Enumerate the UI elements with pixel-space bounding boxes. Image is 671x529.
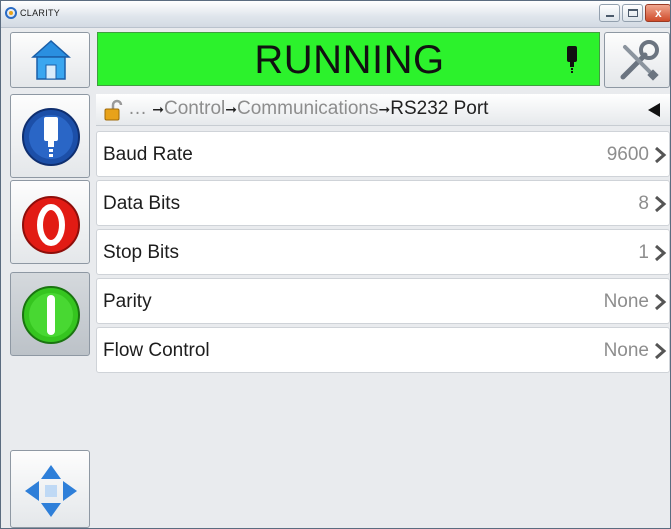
setting-value: None [603,340,649,361]
setting-value: 9600 [606,144,649,165]
setting-row-parity[interactable]: Parity None [96,278,670,324]
breadcrumb-separator: ➞ [378,101,391,117]
start-button[interactable] [10,272,90,356]
maximize-icon [628,9,638,17]
setting-row-baud-rate[interactable]: Baud Rate 9600 [96,131,670,177]
setting-row-flow-control[interactable]: Flow Control None [96,327,670,373]
start-icon [22,286,80,344]
maximize-button[interactable] [622,4,643,22]
setting-row-data-bits[interactable]: Data Bits 8 [96,180,670,226]
stop-button[interactable] [10,180,90,264]
close-button[interactable]: x [645,4,670,22]
side-toolbar [10,94,92,528]
chevron-right-icon [655,342,667,360]
minimize-button[interactable] [599,4,620,22]
breadcrumb-path: … ➞Control➞Communications➞RS232 Port [128,98,488,120]
title-bar: CLARITY x [1,1,670,28]
close-icon: x [655,6,662,20]
settings-panel: … ➞Control➞Communications➞RS232 Port Bau… [96,94,670,528]
setting-row-stop-bits[interactable]: Stop Bits 1 [96,229,670,275]
breadcrumb-ellipsis[interactable]: … [128,98,147,119]
setting-label: Parity [103,291,152,312]
chevron-right-icon [655,146,667,164]
tools-button[interactable] [604,32,670,88]
unlocked-padlock-icon[interactable] [102,99,124,121]
status-text: RUNNING [254,38,445,82]
navigate-arrows-icon [25,465,77,517]
home-button[interactable] [10,32,90,88]
setting-value: 8 [638,193,649,214]
navigate-button[interactable] [10,450,90,528]
chevron-right-icon [655,293,667,311]
setting-label: Data Bits [103,193,181,214]
app-name: CLARITY [20,8,61,18]
home-icon [31,39,71,80]
status-bar: RUNNING [97,32,600,86]
back-arrow-icon[interactable] [647,102,661,118]
breadcrumb-item-current: RS232 Port [390,98,489,119]
setting-value: 1 [638,242,649,263]
minimize-icon [606,15,614,17]
breadcrumb: … ➞Control➞Communications➞RS232 Port [96,94,670,126]
setting-label: Baud Rate [103,144,193,165]
app-logo-icon [5,7,17,19]
breadcrumb-separator: ➞ [152,101,165,117]
tools-icon [620,40,659,81]
app-window: CLARITY x RUNNING … ➞Control➞Communicati… [0,0,671,529]
chevron-right-icon [655,195,667,213]
printhead-icon [22,108,80,166]
setting-label: Flow Control [103,340,210,361]
stop-icon [22,196,80,254]
breadcrumb-item-communications[interactable]: Communications [237,98,379,119]
printhead-status-icon [567,46,577,73]
printhead-button[interactable] [10,94,90,178]
setting-value: None [603,291,649,312]
setting-label: Stop Bits [103,242,180,263]
breadcrumb-separator: ➞ [225,101,237,117]
chevron-right-icon [655,244,667,262]
breadcrumb-item-control[interactable]: Control [164,98,225,119]
